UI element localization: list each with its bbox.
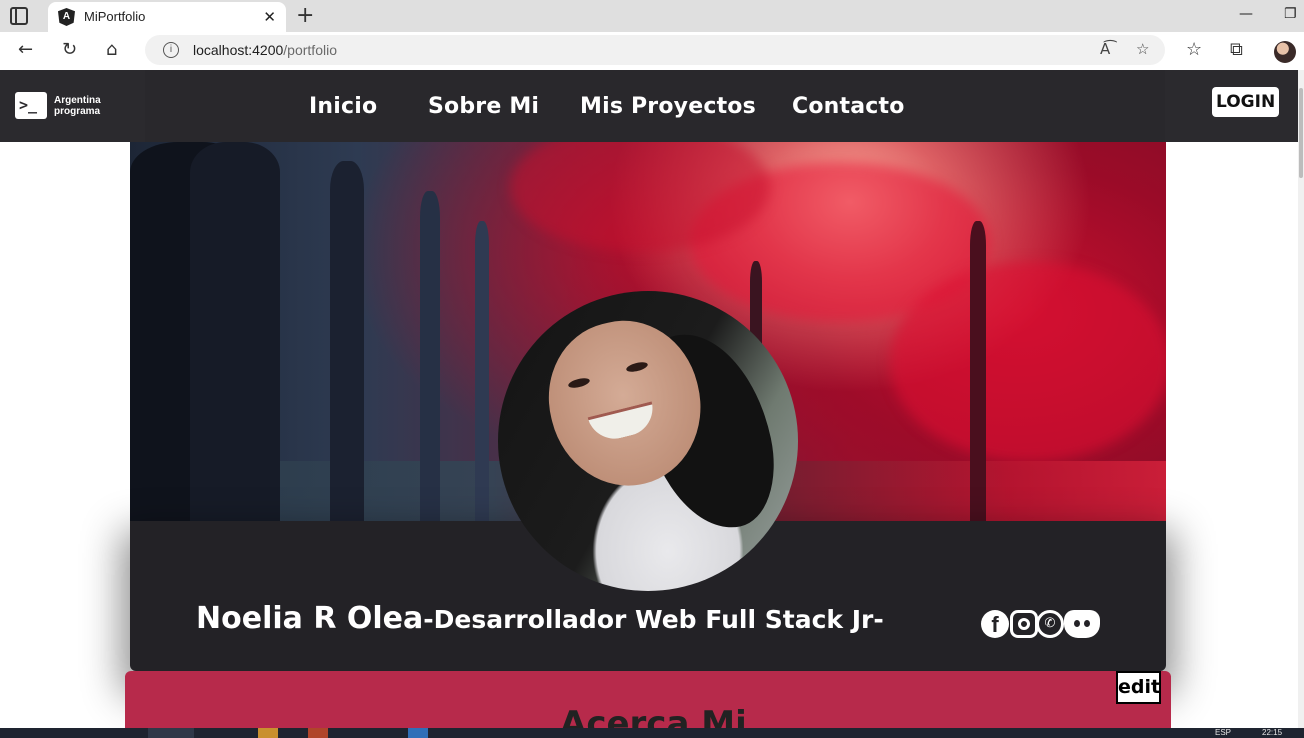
browser-toolbar: ← ↻ ⌂ i localhost:4200/portfolio A͡ ☆ ☆ … [0,32,1304,70]
back-icon[interactable]: ← [18,39,33,60]
nav-link-contacto[interactable]: Contacto [792,94,905,119]
browser-tab-bar: A MiPortfolio ✕ + — ❐ [0,0,1304,32]
instagram-icon[interactable] [1010,610,1038,638]
nav-link-mis-proyectos[interactable]: Mis Proyectos [580,94,756,119]
close-tab-icon[interactable]: ✕ [263,8,276,26]
taskbar-language[interactable]: ESP [1215,729,1231,737]
taskbar-app-code[interactable] [408,728,428,738]
address-bar[interactable]: i localhost:4200/portfolio A͡ ☆ [145,35,1165,65]
tab-title: MiPortfolio [84,9,146,24]
profile-name: Noelia R Olea [196,601,424,636]
restore-icon[interactable]: ❐ [1284,6,1297,22]
discord-icon[interactable] [1064,610,1100,638]
about-title: Acerca Mi [560,704,747,728]
url-text: localhost:4200/portfolio [193,42,337,58]
os-taskbar: ESP 22:15 [0,728,1304,738]
angular-favicon-icon: A [58,8,75,26]
profile-photo [498,291,798,591]
page-scrollbar[interactable] [1298,70,1304,728]
profile-role: -Desarrollador Web Full Stack Jr- [423,605,884,634]
edit-about-button[interactable]: edit [1116,671,1161,704]
profile-avatar[interactable] [1274,41,1296,63]
add-favorite-icon[interactable]: ☆ [1136,40,1149,58]
logo-text: Argentina programa [54,95,101,117]
collections-icon[interactable]: ⧉ [1230,39,1243,60]
login-button[interactable]: LOGIN [1212,87,1280,117]
terminal-icon: >_ [15,92,47,119]
scrollbar-thumb[interactable] [1299,88,1303,178]
favorites-icon[interactable]: ☆ [1186,39,1202,60]
whatsapp-icon[interactable]: ✆ [1036,610,1064,638]
profile-heading: Noelia R Olea-Desarrollador Web Full Sta… [196,601,884,636]
refresh-icon[interactable]: ↻ [62,39,77,60]
nav-link-inicio[interactable]: Inicio [309,94,377,119]
site-navbar: >_ Argentina programa Inicio Sobre Mi Mi… [0,70,1298,142]
taskbar-clock[interactable]: 22:15 [1262,729,1282,737]
nav-link-sobre-mi[interactable]: Sobre Mi [428,94,539,119]
browser-tab[interactable]: A MiPortfolio ✕ [48,2,286,32]
home-icon[interactable]: ⌂ [106,39,117,60]
page-viewport: >_ Argentina programa Inicio Sobre Mi Mi… [0,70,1298,728]
new-tab-icon[interactable]: + [296,3,314,28]
read-aloud-icon[interactable]: A͡ [1100,40,1110,58]
minimize-icon[interactable]: — [1239,6,1253,22]
taskbar-app-edge[interactable] [148,728,194,738]
taskbar-app-browser[interactable] [308,728,328,738]
tab-actions-icon[interactable] [10,7,28,25]
taskbar-app-files[interactable] [258,728,278,738]
facebook-icon[interactable]: f [981,610,1009,638]
site-info-icon[interactable]: i [163,42,179,58]
